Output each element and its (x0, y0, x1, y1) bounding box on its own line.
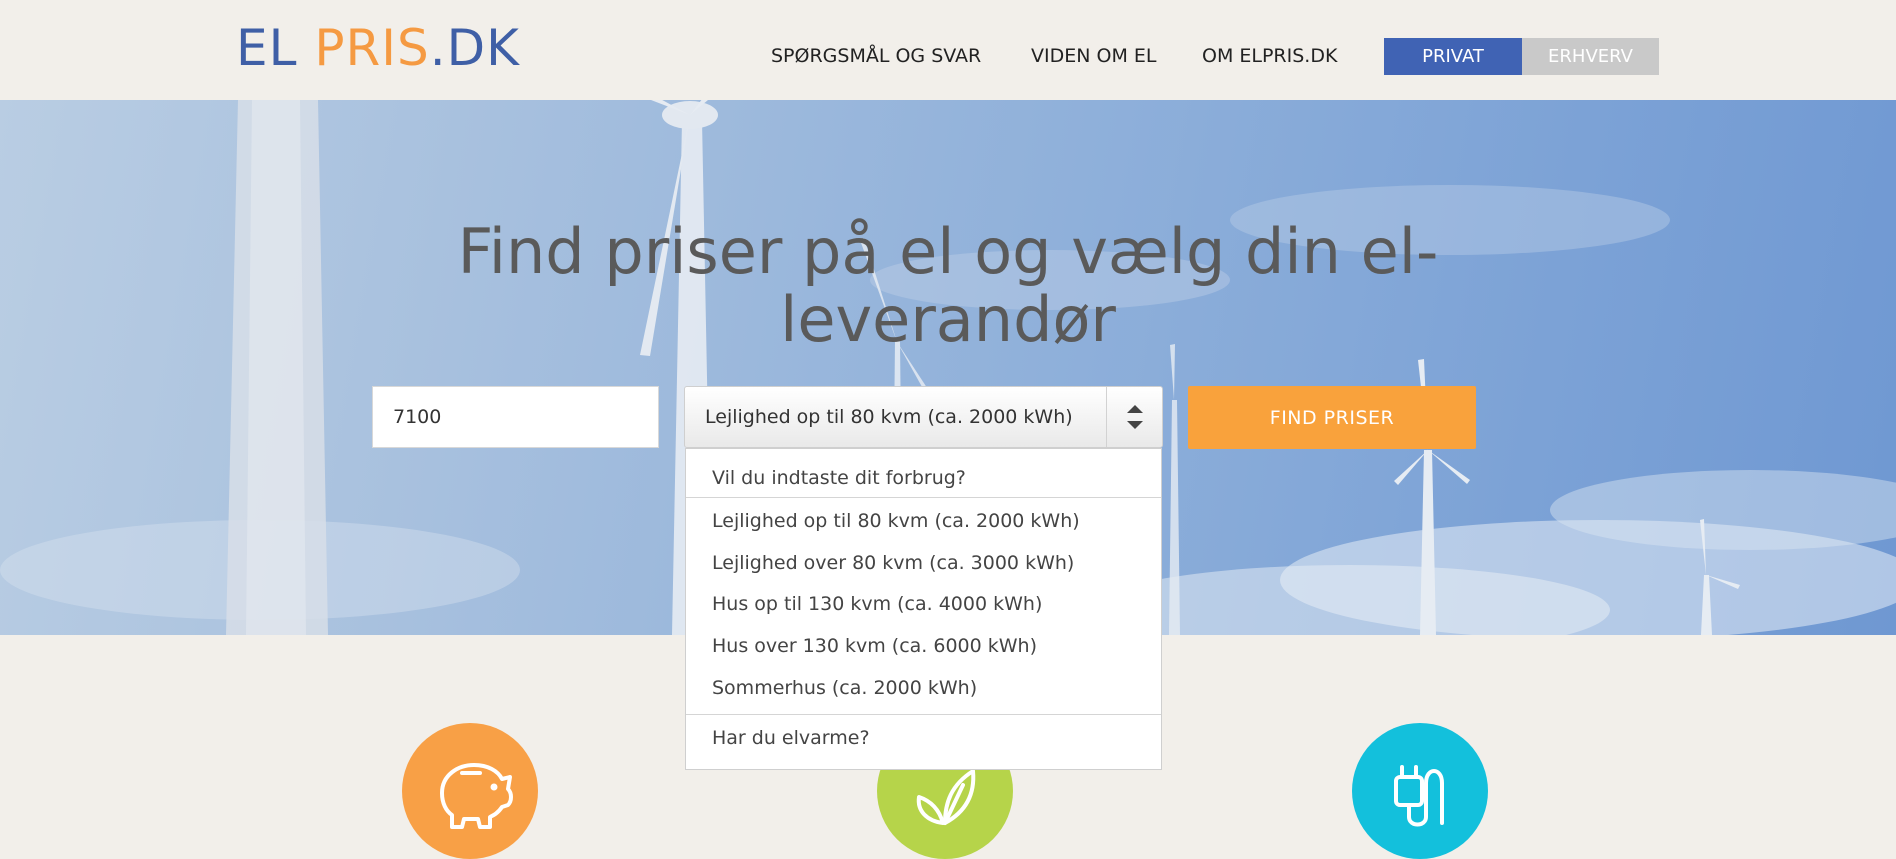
dropdown-option-electric-heating[interactable]: Har du elvarme? (712, 727, 870, 749)
dropdown-option[interactable]: Sommerhus (ca. 2000 kWh) (712, 677, 977, 699)
logo-dk: .DK (429, 19, 520, 77)
logo-el: EL (236, 19, 298, 77)
dropdown-option[interactable]: Hus op til 130 kvm (ca. 4000 kWh) (712, 593, 1042, 615)
segment-erhverv-button[interactable]: ERHVERV (1522, 38, 1659, 75)
dropdown-option[interactable]: Lejlighed over 80 kvm (ca. 3000 kWh) (712, 552, 1074, 574)
nav-link-about[interactable]: OM ELPRIS.DK (1202, 45, 1337, 67)
hero-headline: Find priser på el og vælg din el-leveran… (457, 215, 1439, 356)
piggy-bank-icon (402, 723, 538, 859)
dropdown-option[interactable]: Hus over 130 kvm (ca. 6000 kWh) (712, 635, 1037, 657)
consumption-dropdown: Vil du indtaste dit forbrug? Lejlighed o… (685, 448, 1162, 770)
consumption-select-value: Lejlighed op til 80 kvm (ca. 2000 kWh) (705, 406, 1073, 428)
dropdown-option-enter-usage[interactable]: Vil du indtaste dit forbrug? (712, 467, 966, 489)
logo-pris: PRIS (314, 19, 430, 77)
dropdown-divider (686, 497, 1161, 498)
zip-code-input[interactable]: 7100 (372, 386, 659, 448)
plug-icon (1352, 723, 1488, 859)
dropdown-divider (686, 714, 1161, 715)
find-prices-button[interactable]: FIND PRISER (1188, 386, 1476, 449)
select-arrows-icon (1106, 387, 1162, 447)
consumption-select[interactable]: Lejlighed op til 80 kvm (ca. 2000 kWh) (684, 386, 1163, 448)
dropdown-option[interactable]: Lejlighed op til 80 kvm (ca. 2000 kWh) (712, 510, 1080, 532)
site-logo[interactable]: EL PRIS.DK (236, 20, 520, 76)
segment-privat-button[interactable]: PRIVAT (1384, 38, 1522, 75)
nav-link-faq[interactable]: SPØRGSMÅL OG SVAR (771, 45, 981, 67)
site-header: EL PRIS.DK SPØRGSMÅL OG SVAR VIDEN OM EL… (0, 0, 1896, 100)
nav-link-knowledge[interactable]: VIDEN OM EL (1031, 45, 1156, 67)
